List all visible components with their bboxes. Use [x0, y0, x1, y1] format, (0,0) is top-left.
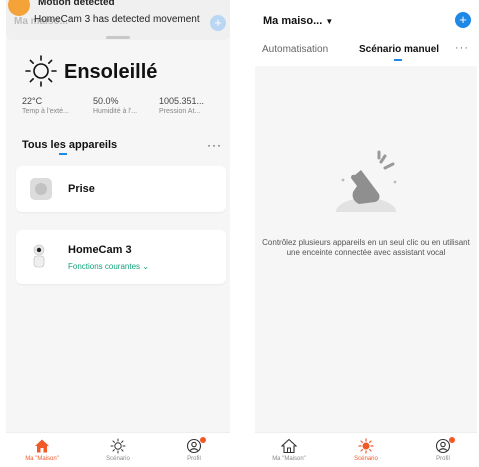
scenario-header: Ma maiso... ▼ + Automatisation Scénario …	[255, 0, 477, 66]
stat-label: Humidité à l'...	[93, 108, 138, 115]
tab-label: Ma "Maison"	[25, 456, 59, 462]
home-icon	[281, 438, 297, 454]
notification-handle[interactable]	[106, 36, 130, 39]
sun-icon	[25, 55, 57, 87]
notification-badge	[200, 437, 206, 443]
more-options-icon[interactable]: ···	[455, 42, 469, 54]
bottom-tab-bar: Ma "Maison" Scénario Profil	[6, 432, 230, 467]
tab-home[interactable]: Ma "Maison"	[12, 438, 72, 462]
functions-label: Fonctions courantes	[68, 262, 141, 271]
add-device-ghost-button: +	[210, 15, 226, 31]
sun-icon	[358, 438, 374, 454]
tab-manual-scenario[interactable]: Scénario manuel	[359, 44, 439, 55]
device-card-homecam[interactable]: HomeCam 3 Fonctions courantes ⌄	[16, 230, 226, 284]
tab-label: Ma "Maison"	[272, 456, 306, 462]
home-icon	[35, 439, 49, 453]
tab-label: Scénario	[106, 456, 130, 462]
device-card-prise[interactable]: Prise	[16, 166, 226, 212]
stat-pressure: 1005.351... Pression At...	[159, 96, 204, 115]
chevron-down-icon: ▼	[325, 17, 334, 26]
device-functions-link[interactable]: Fonctions courantes ⌄	[68, 262, 149, 271]
stat-label: Pression At...	[159, 108, 201, 115]
scenario-screen: Ma maiso... ▼ + Automatisation Scénario …	[255, 0, 477, 467]
stat-value: 1005.351...	[159, 96, 205, 106]
tab-home[interactable]: Ma "Maison"	[259, 438, 319, 462]
more-options-icon[interactable]: ···	[207, 138, 222, 152]
plug-icon	[30, 178, 52, 200]
device-name: HomeCam 3	[68, 244, 132, 256]
tab-label: Profil	[187, 456, 201, 462]
home-screen: Motion detected Ma maiso... HomeCam 3 ha…	[6, 0, 230, 467]
chevron-down-icon: ⌄	[142, 262, 149, 271]
sun-icon	[110, 438, 126, 454]
tab-scenario[interactable]: Scénario	[336, 438, 396, 462]
stat-value: 22°C	[22, 96, 43, 106]
stat-temperature: 22°C Temp à l'exté...	[22, 96, 69, 115]
stat-label: Temp à l'exté...	[22, 108, 69, 115]
stat-humidity: 50.0% Humidité à l'...	[93, 96, 137, 115]
tab-automation[interactable]: Automatisation	[262, 44, 328, 55]
notification-badge	[449, 437, 455, 443]
tab-label: Scénario	[354, 456, 378, 462]
device-name: Prise	[68, 183, 95, 195]
motion-notification[interactable]: Motion detected Ma maiso... HomeCam 3 ha…	[6, 0, 230, 40]
tab-profile[interactable]: Profil	[413, 437, 473, 462]
home-selector-label: Ma maiso...	[263, 15, 323, 27]
add-scenario-button[interactable]: +	[455, 12, 471, 28]
bottom-tab-bar: Ma "Maison" Scénario Profil	[255, 432, 477, 467]
tab-label: Profil	[436, 456, 450, 462]
weather-condition: Ensoleillé	[64, 61, 158, 83]
notification-body: HomeCam 3 has detected movement	[34, 14, 200, 25]
notification-bell-icon	[8, 0, 30, 16]
home-selector[interactable]: Ma maiso... ▼	[263, 15, 333, 27]
tap-hand-illustration	[321, 150, 411, 220]
devices-tab-indicator	[59, 153, 67, 155]
empty-state-message: Contrôlez plusieurs appareils en un seul…	[262, 238, 470, 257]
stat-value: 50.0%	[93, 96, 119, 106]
tab-scenario[interactable]: Scénario	[88, 438, 148, 462]
active-tab-indicator	[394, 59, 402, 61]
camera-icon	[33, 244, 45, 268]
devices-section-title[interactable]: Tous les appareils	[22, 139, 117, 151]
notification-title: Motion detected	[38, 0, 115, 8]
tab-profile[interactable]: Profil	[164, 437, 224, 462]
